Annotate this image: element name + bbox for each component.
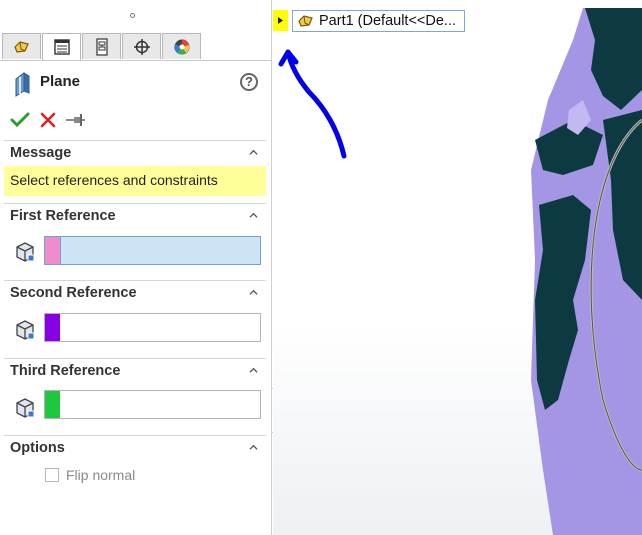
feature-manager-tree-icon (13, 40, 29, 53)
action-buttons (0, 108, 272, 132)
second-reference-section-header[interactable]: Second Reference (4, 282, 266, 304)
checkmark-icon (10, 112, 30, 128)
section-title: Second Reference (10, 285, 137, 301)
chevron-up-icon[interactable] (249, 443, 258, 452)
dimxpert-manager-icon (133, 38, 150, 55)
model-view[interactable] (273, 0, 642, 535)
tab-feature-manager[interactable] (2, 33, 41, 59)
keep-visible-button[interactable] (64, 108, 88, 132)
flip-normal-checkbox[interactable] (45, 468, 59, 482)
part-name-label: Part1 (Default<<De... (319, 13, 457, 29)
annotation-arrow (278, 49, 347, 159)
display-manager-icon (173, 39, 189, 54)
third-reference-field[interactable] (44, 390, 261, 419)
close-icon (40, 112, 56, 128)
pushpin-icon (66, 114, 85, 126)
flip-normal-label: Flip normal (66, 467, 136, 483)
section-title: Options (10, 440, 65, 456)
page-title: Plane (40, 73, 81, 90)
options-section-header[interactable]: Options (4, 437, 266, 459)
feature-tree-part-node[interactable]: Part1 (Default<<De... (292, 10, 465, 32)
triangle-right-icon (278, 17, 283, 24)
part-icon (298, 15, 313, 27)
tab-property-manager[interactable] (42, 33, 81, 60)
chevron-up-icon[interactable] (249, 288, 258, 297)
section-divider (4, 280, 266, 281)
graphics-area[interactable]: Part1 (Default<<De... (273, 0, 642, 535)
reference-entity-icon (16, 242, 35, 262)
message-text: Select references and constraints (4, 166, 266, 196)
reference-entity-icon (16, 398, 35, 418)
manager-tabs (0, 33, 272, 61)
tab-display-manager[interactable] (162, 33, 201, 59)
cancel-button[interactable] (36, 108, 60, 132)
reference-entity-icon (16, 320, 35, 340)
section-divider (4, 140, 266, 141)
section-title: First Reference (10, 208, 116, 224)
message-section-header[interactable]: Message (4, 142, 266, 164)
panel-grip-handle[interactable] (130, 13, 135, 18)
chevron-up-icon[interactable] (249, 148, 258, 157)
help-icon[interactable]: ? (240, 73, 258, 91)
section-divider (4, 435, 266, 436)
first-reference-section-header[interactable]: First Reference (4, 205, 266, 227)
plane-icon (15, 72, 30, 97)
third-reference-section-header[interactable]: Third Reference (4, 360, 266, 382)
tab-configuration-manager[interactable] (82, 33, 121, 59)
chevron-up-icon[interactable] (249, 211, 258, 220)
third-reference-color-swatch (45, 391, 60, 418)
configuration-manager-icon (95, 37, 108, 56)
chevron-up-icon[interactable] (249, 366, 258, 375)
expand-tree-button[interactable] (273, 10, 288, 31)
tab-dimxpert-manager[interactable] (122, 33, 161, 59)
section-divider (4, 358, 266, 359)
section-title: Message (10, 145, 72, 161)
section-divider (4, 203, 266, 204)
property-manager-panel: Plane ? Message Select references and co… (0, 0, 272, 535)
second-reference-field[interactable] (44, 313, 261, 342)
property-manager-header: Plane ? (0, 66, 272, 102)
section-title: Third Reference (10, 363, 121, 379)
first-reference-color-swatch (45, 237, 61, 264)
property-manager-icon (53, 39, 70, 55)
ok-button[interactable] (8, 108, 32, 132)
second-reference-color-swatch (45, 314, 60, 341)
first-reference-field[interactable] (44, 236, 261, 265)
